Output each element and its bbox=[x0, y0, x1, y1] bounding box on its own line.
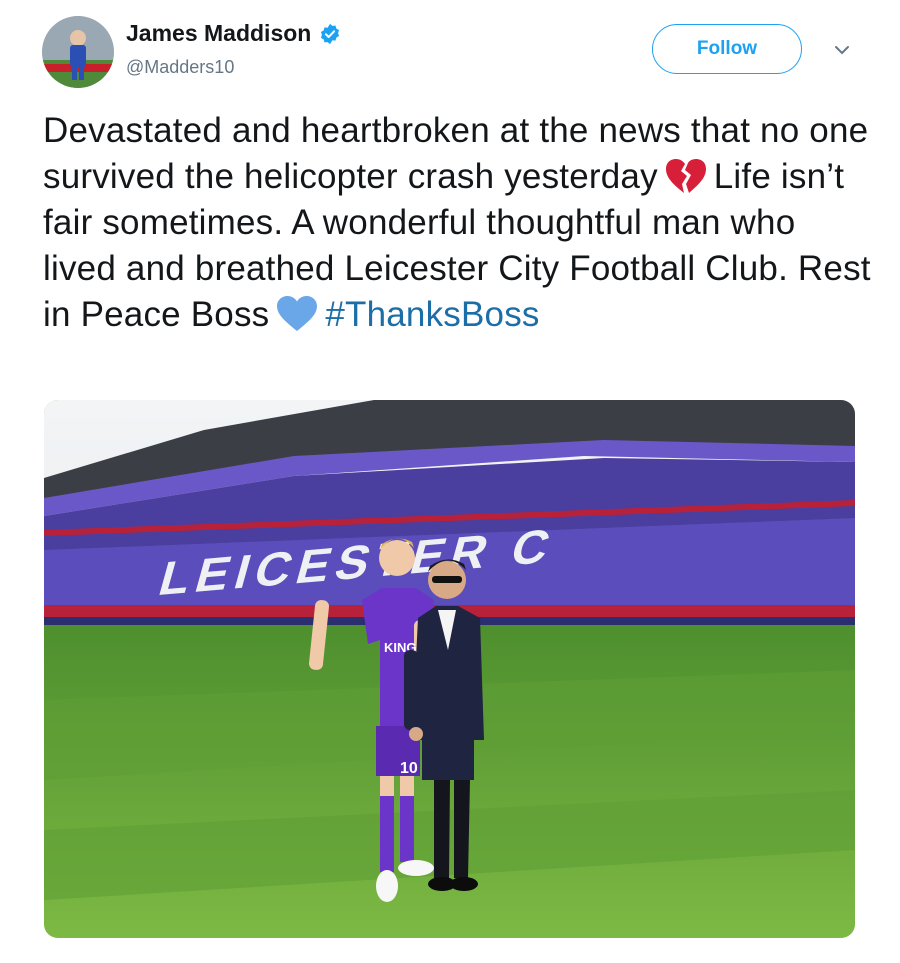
follow-button[interactable]: Follow bbox=[652, 24, 802, 74]
tweet-text: Devastated and heartbroken at the news t… bbox=[43, 108, 873, 338]
blue-heart-icon bbox=[275, 295, 319, 333]
hashtag-link[interactable]: #ThanksBoss bbox=[325, 295, 539, 334]
shirt-number-text: 10 bbox=[400, 760, 418, 777]
display-name[interactable]: James Maddison bbox=[126, 20, 311, 47]
chevron-down-icon[interactable] bbox=[832, 42, 852, 58]
verified-badge-icon bbox=[319, 23, 341, 45]
user-handle[interactable]: @Madders10 bbox=[126, 57, 234, 78]
broken-heart-icon bbox=[664, 157, 708, 195]
avatar[interactable] bbox=[42, 16, 114, 88]
tweet-media-image[interactable]: LEICESTER C KING POWER 10 bbox=[44, 400, 855, 938]
